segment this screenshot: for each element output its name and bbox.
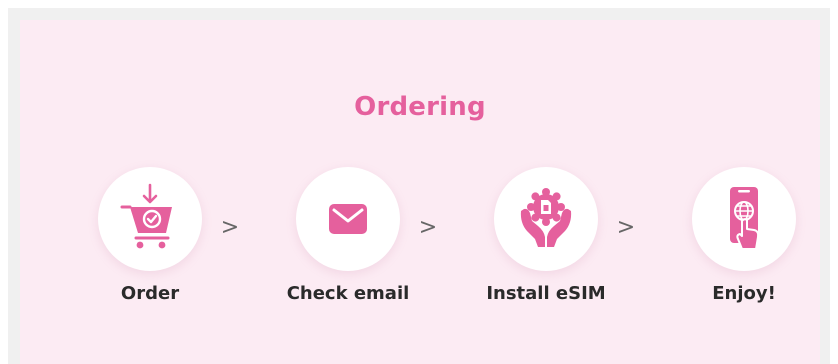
hands-esim-icon — [520, 188, 572, 247]
step-enjoy-icon-circle — [692, 167, 796, 271]
step-separator-chevron: > — [220, 215, 240, 240]
page-frame: Ordering Order > Check email > Install e… — [8, 8, 830, 364]
step-install-esim-label: Install eSIM — [486, 283, 606, 304]
step-enjoy: Enjoy! — [664, 167, 824, 327]
step-install-esim: Install eSIM — [466, 167, 626, 327]
step-order-icon-circle — [98, 167, 202, 271]
phone-globe-tap-icon — [730, 187, 760, 250]
step-check-email-label: Check email — [286, 283, 410, 304]
step-enjoy-label: Enjoy! — [712, 283, 776, 304]
step-separator-chevron: > — [418, 215, 438, 240]
envelope-icon — [329, 204, 367, 234]
step-separator-chevron: > — [616, 215, 636, 240]
step-install-esim-icon-circle — [494, 167, 598, 271]
step-check-email-icon-circle — [296, 167, 400, 271]
shopping-cart-icon — [120, 183, 172, 249]
ordering-section: Ordering Order > Check email > Install e… — [20, 20, 820, 364]
step-order: Order — [70, 167, 230, 327]
section-title: Ordering — [354, 92, 486, 122]
step-order-label: Order — [120, 283, 180, 304]
step-check-email: Check email — [268, 167, 428, 327]
